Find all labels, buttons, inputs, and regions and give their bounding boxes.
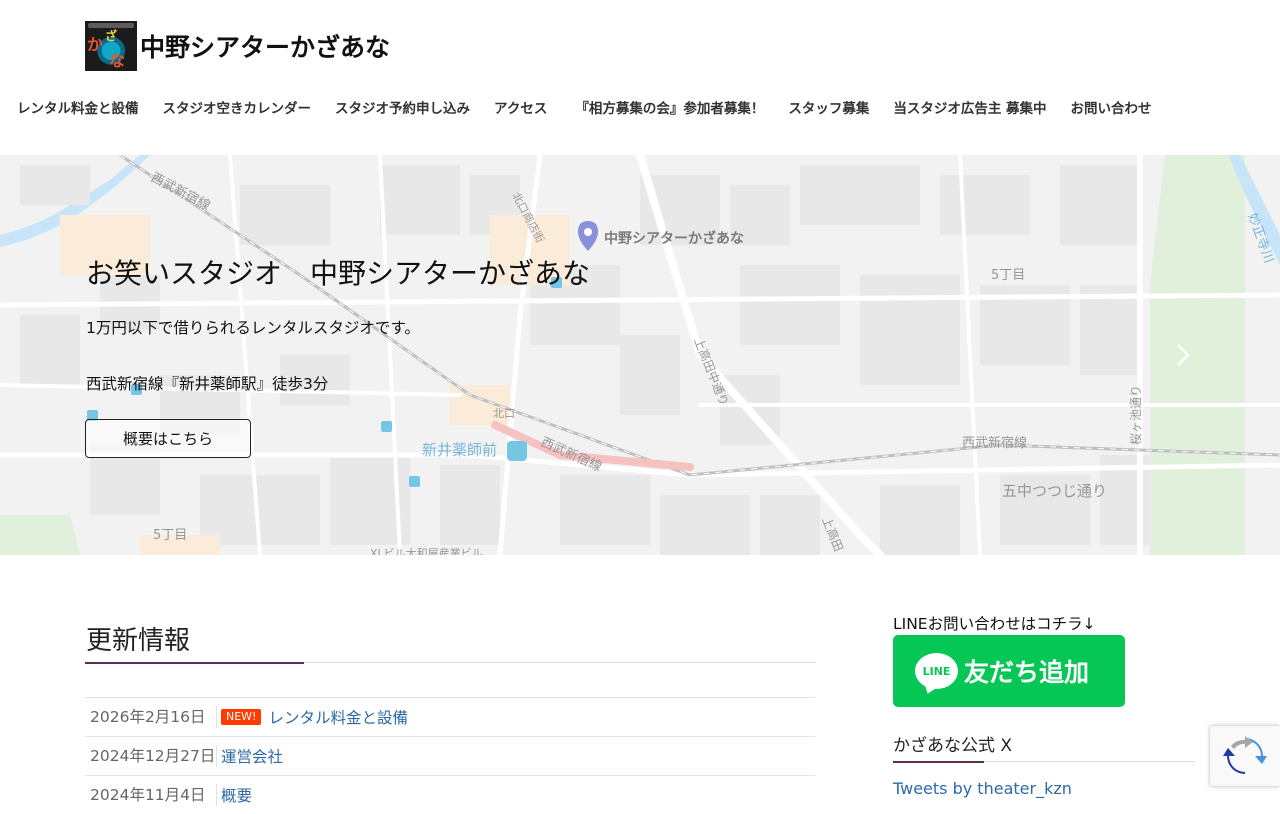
nav-item-calendar[interactable]: スタジオ空きカレンダー (163, 97, 312, 117)
news-date: 2026年2月16日 (85, 706, 217, 728)
news-row: 2026年2月16日 NEW! レンタル料金と設備 (85, 697, 815, 736)
new-badge: NEW! (221, 709, 262, 725)
background-map: 西武新宿線 北口商店街 中野シアターかざあな 5丁目 上高田中通り 北口 新井薬… (0, 155, 1280, 555)
hero-description: 1万円以下で借りられるレンタルスタジオです。 (86, 319, 420, 337)
nav-item-reservation[interactable]: スタジオ予約申し込み (335, 97, 470, 117)
logo-text: 中野シアターかざあな (140, 33, 391, 62)
line-contact-label: LINEお問い合わせはコチラ↓ (893, 615, 1096, 633)
news-row: 2024年11月4日 概要 (85, 775, 815, 814)
hero-access-info: 西武新宿線『新井薬師駅』徒歩3分 (86, 375, 329, 393)
nav-item-contact[interactable]: お問い合わせ (1071, 97, 1152, 117)
recaptcha-badge[interactable] (1210, 726, 1280, 786)
x-widget-heading: かざあな公式 X (893, 736, 1013, 756)
hero-title: お笑いスタジオ 中野シアターかざあな (86, 257, 591, 290)
news-list: 2026年2月16日 NEW! レンタル料金と設備 2024年12月27日 運営… (85, 697, 815, 814)
news-date: 2024年11月4日 (85, 784, 217, 806)
nav-item-staff-recruit[interactable]: スタッフ募集 (788, 97, 869, 117)
nav-item-rental[interactable]: レンタル料金と設備 (17, 97, 139, 117)
line-icon: LINE (915, 653, 958, 689)
main-nav: レンタル料金と設備 スタジオ空きカレンダー スタジオ予約申し込み アクセス 『相… (17, 96, 1152, 118)
tweets-link[interactable]: Tweets by theater_kzn (893, 779, 1072, 798)
news-heading: 更新情報 (86, 626, 191, 656)
chevron-right-icon[interactable] (1172, 340, 1196, 370)
site-header: かざな 中野シアターかざあな レンタル料金と設備 スタジオ空きカレンダー スタジ… (0, 0, 1280, 156)
overview-button[interactable]: 概要はこちら (85, 419, 251, 458)
site-logo[interactable]: かざな 中野シアターかざあな (85, 21, 390, 71)
heading-accent-line (893, 761, 984, 763)
nav-item-access[interactable]: アクセス (494, 97, 547, 117)
recaptcha-icon (1223, 736, 1267, 774)
hero-slider: 西武新宿線 北口商店街 中野シアターかざあな 5丁目 上高田中通り 北口 新井薬… (0, 155, 1280, 555)
line-add-friend-button[interactable]: LINE 友だち追加 (893, 635, 1125, 707)
news-row: 2024年12月27日 運営会社 (85, 736, 815, 775)
news-link[interactable]: レンタル料金と設備 (268, 706, 408, 728)
news-date: 2024年12月27日 (85, 745, 217, 767)
nav-item-advertiser[interactable]: 当スタジオ広告主 募集中 (893, 97, 1046, 117)
line-add-friend-label: 友だち追加 (964, 658, 1090, 687)
news-link[interactable]: 運営会社 (221, 745, 283, 767)
news-link[interactable]: 概要 (221, 784, 252, 806)
nav-item-partner-recruit[interactable]: 『相方募集の会』参加者募集！ (575, 97, 764, 117)
logo-mark: かざな (85, 21, 137, 71)
heading-accent-line (85, 662, 304, 664)
